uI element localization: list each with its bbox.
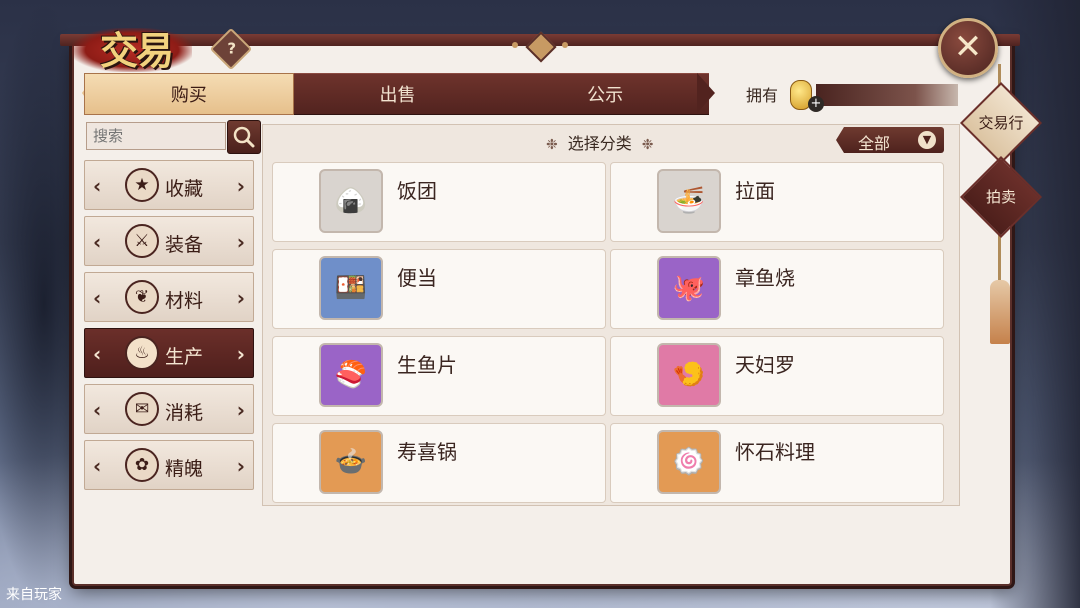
tab-buy[interactable]: 购买 — [84, 73, 294, 115]
next-arrow-icon[interactable]: › — [237, 230, 245, 254]
item-card-kaiseki[interactable]: 🍥 怀石料理 — [610, 423, 944, 503]
ramen-icon: 🍜 — [657, 169, 721, 233]
ornament-icon: ❉ — [641, 137, 654, 153]
add-currency-button[interactable]: + — [808, 96, 824, 112]
item-name: 拉面 — [735, 179, 775, 203]
close-button[interactable]: ✕ — [938, 18, 998, 78]
sidebar-item-label: 装备 — [165, 234, 204, 256]
auction-label: 拍卖 — [985, 188, 1016, 206]
item-card-sashimi[interactable]: 🍣 生鱼片 — [272, 336, 606, 416]
close-icon: ✕ — [953, 27, 983, 67]
kaiseki-icon: 🍥 — [657, 430, 721, 494]
sidebar-item-production[interactable]: ‹ ♨ 生产 › — [84, 328, 254, 378]
tempura-icon: 🍤 — [657, 343, 721, 407]
item-card-bento[interactable]: 🍱 便当 — [272, 249, 606, 329]
next-arrow-icon[interactable]: › — [237, 398, 245, 422]
item-name: 章鱼烧 — [735, 266, 795, 290]
tab-sell[interactable]: 出售 — [293, 73, 502, 115]
prev-arrow-icon[interactable]: ‹ — [93, 454, 101, 478]
trading-house-label: 交易行 — [978, 114, 1024, 132]
tassel-ornament — [990, 280, 1010, 344]
prev-arrow-icon[interactable]: ‹ — [93, 342, 101, 366]
item-name: 怀石料理 — [735, 440, 815, 464]
sidebar-item-spirits[interactable]: ‹ ✿ 精魄 › — [84, 440, 254, 490]
teapot-icon: ♨ — [125, 336, 159, 370]
sidebar-item-label: 生产 — [165, 346, 204, 368]
category-header: ❉ 选择分类 ❉ — [536, 130, 663, 154]
item-name: 便当 — [397, 266, 437, 290]
prev-arrow-icon[interactable]: ‹ — [93, 174, 101, 198]
item-name: 生鱼片 — [397, 353, 457, 377]
next-arrow-icon[interactable]: › — [237, 174, 245, 198]
currency-balance — [816, 84, 958, 106]
sidebar-item-equipment[interactable]: ‹ ⚔ 装备 › — [84, 216, 254, 266]
window-title: 交易 — [100, 28, 174, 73]
window-title-block: 交易 — [60, 10, 220, 74]
item-name: 寿喜锅 — [397, 440, 457, 464]
tab-bar: 购买 出售 公示 — [84, 73, 710, 115]
category-filter-dropdown[interactable]: 全部 ▼ — [836, 127, 944, 153]
next-arrow-icon[interactable]: › — [237, 286, 245, 310]
help-icon: ? — [227, 39, 237, 58]
prev-arrow-icon[interactable]: ‹ — [93, 230, 101, 254]
sidebar-item-label: 收藏 — [165, 178, 204, 200]
tab-notice[interactable]: 公示 — [501, 73, 710, 115]
ornament-dot — [512, 42, 518, 48]
search-input[interactable] — [86, 122, 226, 150]
search-button[interactable] — [227, 120, 261, 154]
spirit-flower-icon: ✿ — [125, 448, 159, 482]
ornament-icon: ❉ — [546, 137, 558, 153]
category-title: 选择分类 — [567, 134, 632, 153]
next-arrow-icon[interactable]: › — [237, 342, 245, 366]
sidebar-item-materials[interactable]: ‹ ❦ 材料 › — [84, 272, 254, 322]
onigiri-icon: 🍙 — [319, 169, 383, 233]
prev-arrow-icon[interactable]: ‹ — [93, 286, 101, 310]
item-card-sukiyaki[interactable]: 🍲 寿喜锅 — [272, 423, 606, 503]
herb-icon: ❦ — [125, 280, 159, 314]
filter-value: 全部 — [858, 134, 891, 153]
bento-icon: 🍱 — [319, 256, 383, 320]
item-name: 饭团 — [397, 179, 437, 203]
search-icon — [233, 126, 255, 148]
sidebar-item-label: 消耗 — [165, 402, 204, 424]
star-icon: ★ — [125, 168, 159, 202]
next-arrow-icon[interactable]: › — [237, 454, 245, 478]
item-card-onigiri[interactable]: 🍙 饭团 — [272, 162, 606, 242]
item-card-tempura[interactable]: 🍤 天妇罗 — [610, 336, 944, 416]
plus-icon: + — [810, 96, 822, 111]
owned-label: 拥有 — [746, 86, 779, 105]
ornament-dot — [562, 42, 568, 48]
watermark: 来自玩家 — [6, 587, 62, 603]
scroll-icon: ✉ — [125, 392, 159, 426]
sidebar-item-favorites[interactable]: ‹ ★ 收藏 › — [84, 160, 254, 210]
chevron-down-icon: ▼ — [918, 131, 936, 149]
item-card-takoyaki[interactable]: 🐙 章鱼烧 — [610, 249, 944, 329]
item-name: 天妇罗 — [735, 353, 795, 377]
item-card-ramen[interactable]: 🍜 拉面 — [610, 162, 944, 242]
sashimi-icon: 🍣 — [319, 343, 383, 407]
prev-arrow-icon[interactable]: ‹ — [93, 398, 101, 422]
sidebar-item-label: 材料 — [165, 290, 204, 312]
swords-icon: ⚔ — [125, 224, 159, 258]
sidebar-item-label: 精魄 — [165, 458, 204, 480]
sidebar-item-consumables[interactable]: ‹ ✉ 消耗 › — [84, 384, 254, 434]
sukiyaki-icon: 🍲 — [319, 430, 383, 494]
takoyaki-icon: 🐙 — [657, 256, 721, 320]
